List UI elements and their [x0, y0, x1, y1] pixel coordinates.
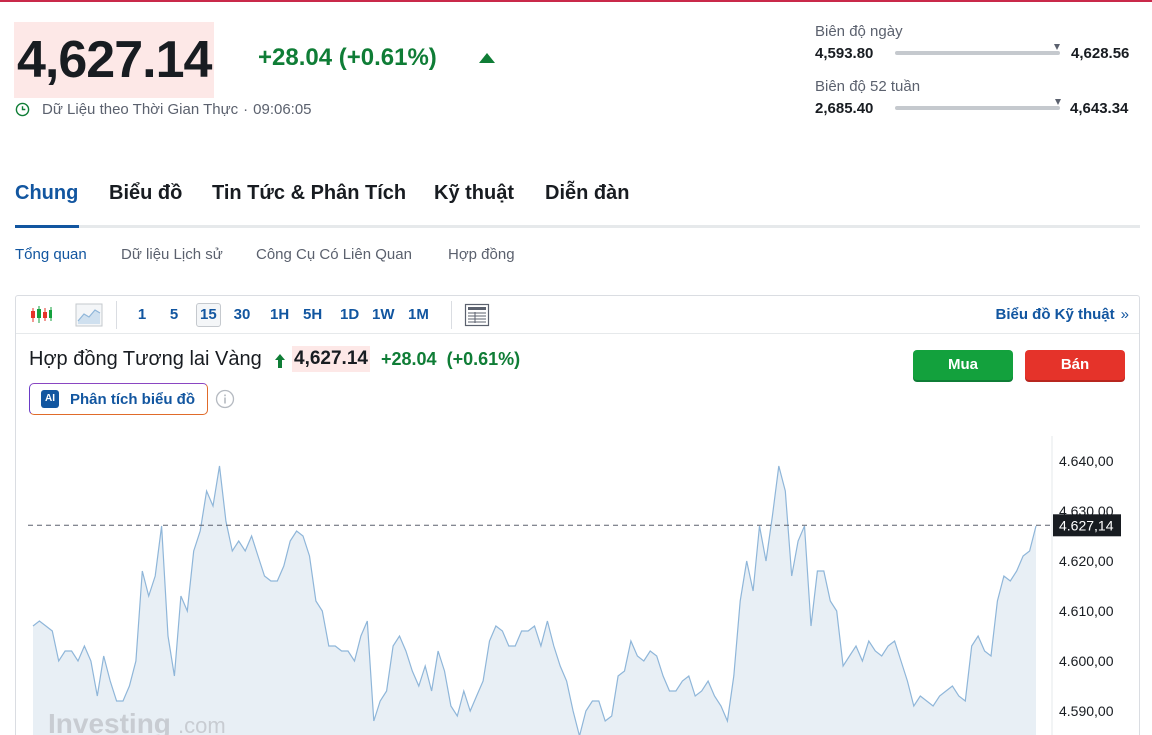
year-range-high: 4,643.34 [1070, 100, 1129, 117]
buy-button[interactable]: Mua [913, 350, 1013, 380]
tab-general[interactable]: Chung [15, 182, 78, 205]
timeframe-30[interactable]: 30 [230, 303, 254, 327]
y-tick-label: 4.600,00 [1059, 653, 1114, 669]
quote-time: 09:06:05 [253, 101, 312, 118]
timeframe-1[interactable]: 1 [130, 303, 154, 327]
chart-change-percent: (+0.61%) [446, 349, 521, 369]
price-chart[interactable]: 4.640,004.630,004.620,004.610,004.600,00… [16, 436, 1139, 735]
day-range-high: 4,628.56 [1071, 45, 1130, 62]
y-tick-label: 4.640,00 [1059, 453, 1114, 469]
y-tick-label: 4.620,00 [1059, 553, 1114, 569]
technical-chart-link[interactable]: Biểu đồ Kỹ thuật » [995, 306, 1129, 323]
subtab-related-tools[interactable]: Công Cụ Có Liên Quan [256, 246, 412, 263]
last-price: 4,627.14 [17, 31, 212, 89]
clock-icon [15, 102, 30, 117]
day-range-low: 4,593.80 [815, 45, 874, 62]
y-tick-label: 4.610,00 [1059, 603, 1114, 619]
chart-title: Hợp đồng Tương lai Vàng [29, 348, 262, 370]
timeframe-1m[interactable]: 1M [405, 303, 432, 327]
price-change: +28.04 (+0.61%) [258, 44, 437, 71]
y-tick-label: 4.590,00 [1059, 703, 1114, 719]
sell-button[interactable]: Bán [1025, 350, 1125, 380]
separator: · [243, 101, 249, 118]
ai-chart-analysis-label: Phân tích biểu đồ [70, 390, 196, 408]
table-layout-icon[interactable] [464, 303, 490, 327]
timeframe-15[interactable]: 15 [196, 303, 221, 327]
year-range-bar [895, 106, 1060, 110]
candlestick-icon[interactable] [28, 303, 54, 327]
price-highlight: 4,627.14 [14, 22, 215, 98]
chart-card: 1 5 15 30 1H 5H 1D 1W 1M Biểu đồ Kỹ thuậ… [15, 295, 1140, 735]
toolbar-divider [116, 301, 117, 329]
year-range-low: 2,685.40 [815, 100, 874, 117]
top-accent-line [0, 0, 1152, 2]
day-range-label: Biên độ ngày [815, 23, 903, 40]
up-arrow-icon [479, 53, 495, 63]
tab-news-analysis[interactable]: Tin Tức & Phân Tích [212, 182, 406, 205]
realtime-label: Dữ Liệu theo Thời Gian Thực [42, 101, 239, 118]
info-icon[interactable] [215, 389, 235, 409]
active-tab-indicator [15, 225, 79, 228]
investing-watermark: Investing [48, 708, 171, 735]
timeframe-5h[interactable]: 5H [300, 303, 325, 327]
main-tabs: Chung Biểu đồ Tin Tức & Phân Tích Kỹ thu… [15, 180, 1140, 228]
last-price-tag-label: 4.627,14 [1059, 517, 1114, 533]
timeframe-1d[interactable]: 1D [337, 303, 362, 327]
subtab-historical-data[interactable]: Dữ liệu Lịch sử [121, 246, 223, 263]
area-chart-icon[interactable] [75, 303, 103, 327]
chevron-right-icon: » [1120, 306, 1129, 323]
chart-last-price: 4,627.14 [292, 346, 370, 372]
subtab-contracts[interactable]: Hợp đồng [448, 246, 515, 263]
investing-watermark-suffix: .com [178, 713, 226, 735]
chart-toolbar: 1 5 15 30 1H 5H 1D 1W 1M Biểu đồ Kỹ thuậ… [16, 296, 1139, 334]
timeframe-5[interactable]: 5 [162, 303, 186, 327]
toolbar-divider [451, 301, 452, 329]
ai-chart-analysis-button[interactable]: AI Phân tích biểu đồ [29, 383, 208, 415]
year-range-label: Biên độ 52 tuần [815, 78, 921, 95]
tab-technical[interactable]: Kỹ thuật [434, 182, 514, 205]
chart-change-value: +28.04 [381, 349, 437, 369]
subtab-overview[interactable]: Tổng quan [15, 246, 87, 263]
day-range-bar [895, 51, 1060, 55]
timeframe-1h[interactable]: 1H [267, 303, 292, 327]
technical-chart-link-label: Biểu đồ Kỹ thuật [995, 306, 1115, 323]
tab-forum[interactable]: Diễn đàn [545, 182, 629, 205]
ai-badge-icon: AI [41, 390, 59, 408]
up-arrow-icon [275, 354, 285, 368]
year-range-marker-icon [1055, 99, 1062, 105]
realtime-row: Dữ Liệu theo Thời Gian Thực · 09:06:05 [15, 101, 312, 118]
timeframe-1w[interactable]: 1W [369, 303, 398, 327]
tab-chart[interactable]: Biểu đồ [109, 182, 182, 205]
day-range-marker-icon [1053, 44, 1060, 50]
chart-price-change: +28.04 (+0.61%) [381, 349, 520, 370]
